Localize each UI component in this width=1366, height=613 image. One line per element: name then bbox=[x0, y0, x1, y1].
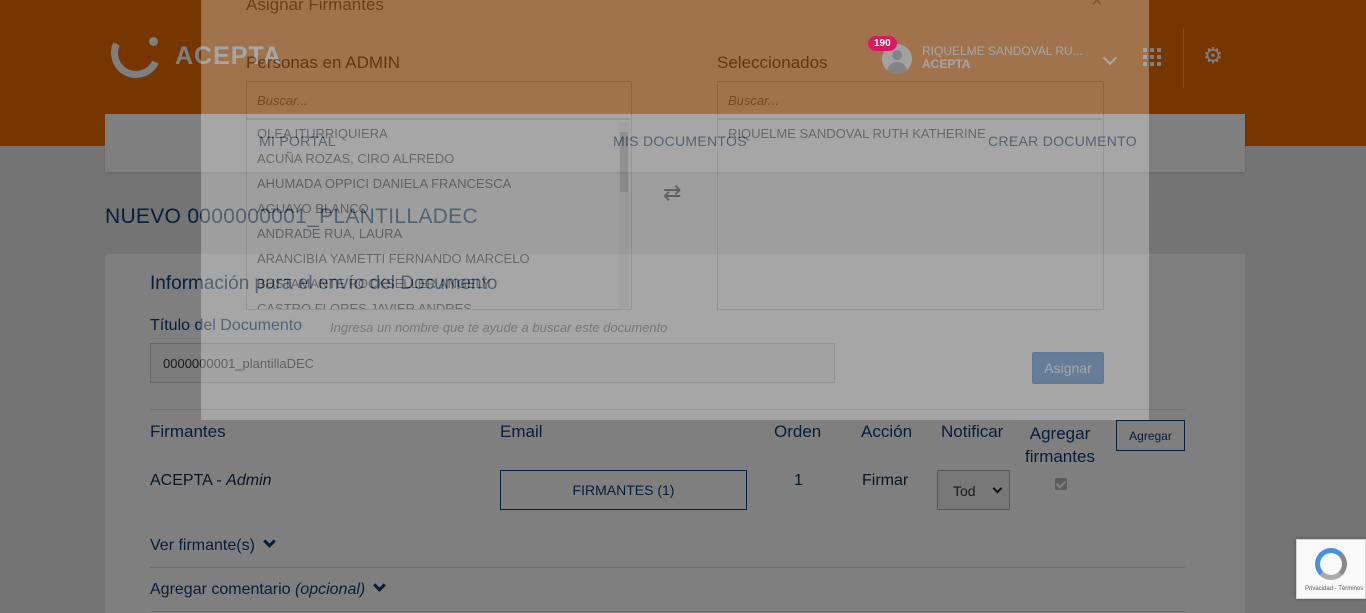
list-item[interactable]: BUSTAMANTE ROCKSELLER ANGELY bbox=[247, 270, 631, 295]
transfer-arrows-icon[interactable]: ⇄ bbox=[663, 180, 681, 206]
list-item[interactable]: OLEA ITURRIQUIERA bbox=[247, 120, 631, 145]
recaptcha-terms[interactable]: Privacidad - Términos bbox=[1305, 586, 1363, 592]
selected-list-label: Seleccionados bbox=[717, 53, 828, 72]
list-item[interactable]: AGUAYO BLANCO bbox=[247, 195, 631, 220]
list-item[interactable]: ACUÑA ROZAS, CIRO ALFREDO bbox=[247, 145, 631, 170]
selected-list[interactable]: RIQUELME SANDOVAL RUTH KATHERINE bbox=[717, 119, 1104, 310]
list-item[interactable]: ARANCIBIA YAMETTI FERNANDO MARCELO bbox=[247, 245, 631, 270]
modal-title: Asignar Firmantes bbox=[246, 0, 384, 14]
people-list[interactable]: OLEA ITURRIQUIERA ACUÑA ROZAS, CIRO ALFR… bbox=[246, 119, 632, 310]
people-search-input[interactable] bbox=[246, 81, 632, 119]
people-list-label: Personas en ADMIN bbox=[246, 53, 401, 72]
assign-button[interactable]: Asignar bbox=[1032, 352, 1104, 384]
close-icon[interactable]: × bbox=[1091, 0, 1103, 13]
list-item[interactable]: ANDRADE RUA, LAURA bbox=[247, 220, 631, 245]
list-item[interactable]: AHUMADA OPPICI DANIELA FRANCESCA bbox=[247, 170, 631, 195]
selected-search-input[interactable] bbox=[717, 81, 1104, 119]
notifications-badge[interactable]: 190 bbox=[868, 36, 897, 51]
list-item[interactable]: CASTRO FLORES JAVIER ANDRES bbox=[247, 295, 631, 309]
recaptcha-icon bbox=[1315, 548, 1347, 580]
assign-signers-modal: Asignar Firmantes × Personas en ADMIN Se… bbox=[201, 0, 1149, 420]
list-item[interactable]: RIQUELME SANDOVAL RUTH KATHERINE bbox=[718, 120, 1103, 145]
recaptcha-badge[interactable]: Privacidad - Términos bbox=[1296, 539, 1366, 599]
list-scrollbar[interactable] bbox=[619, 122, 629, 307]
